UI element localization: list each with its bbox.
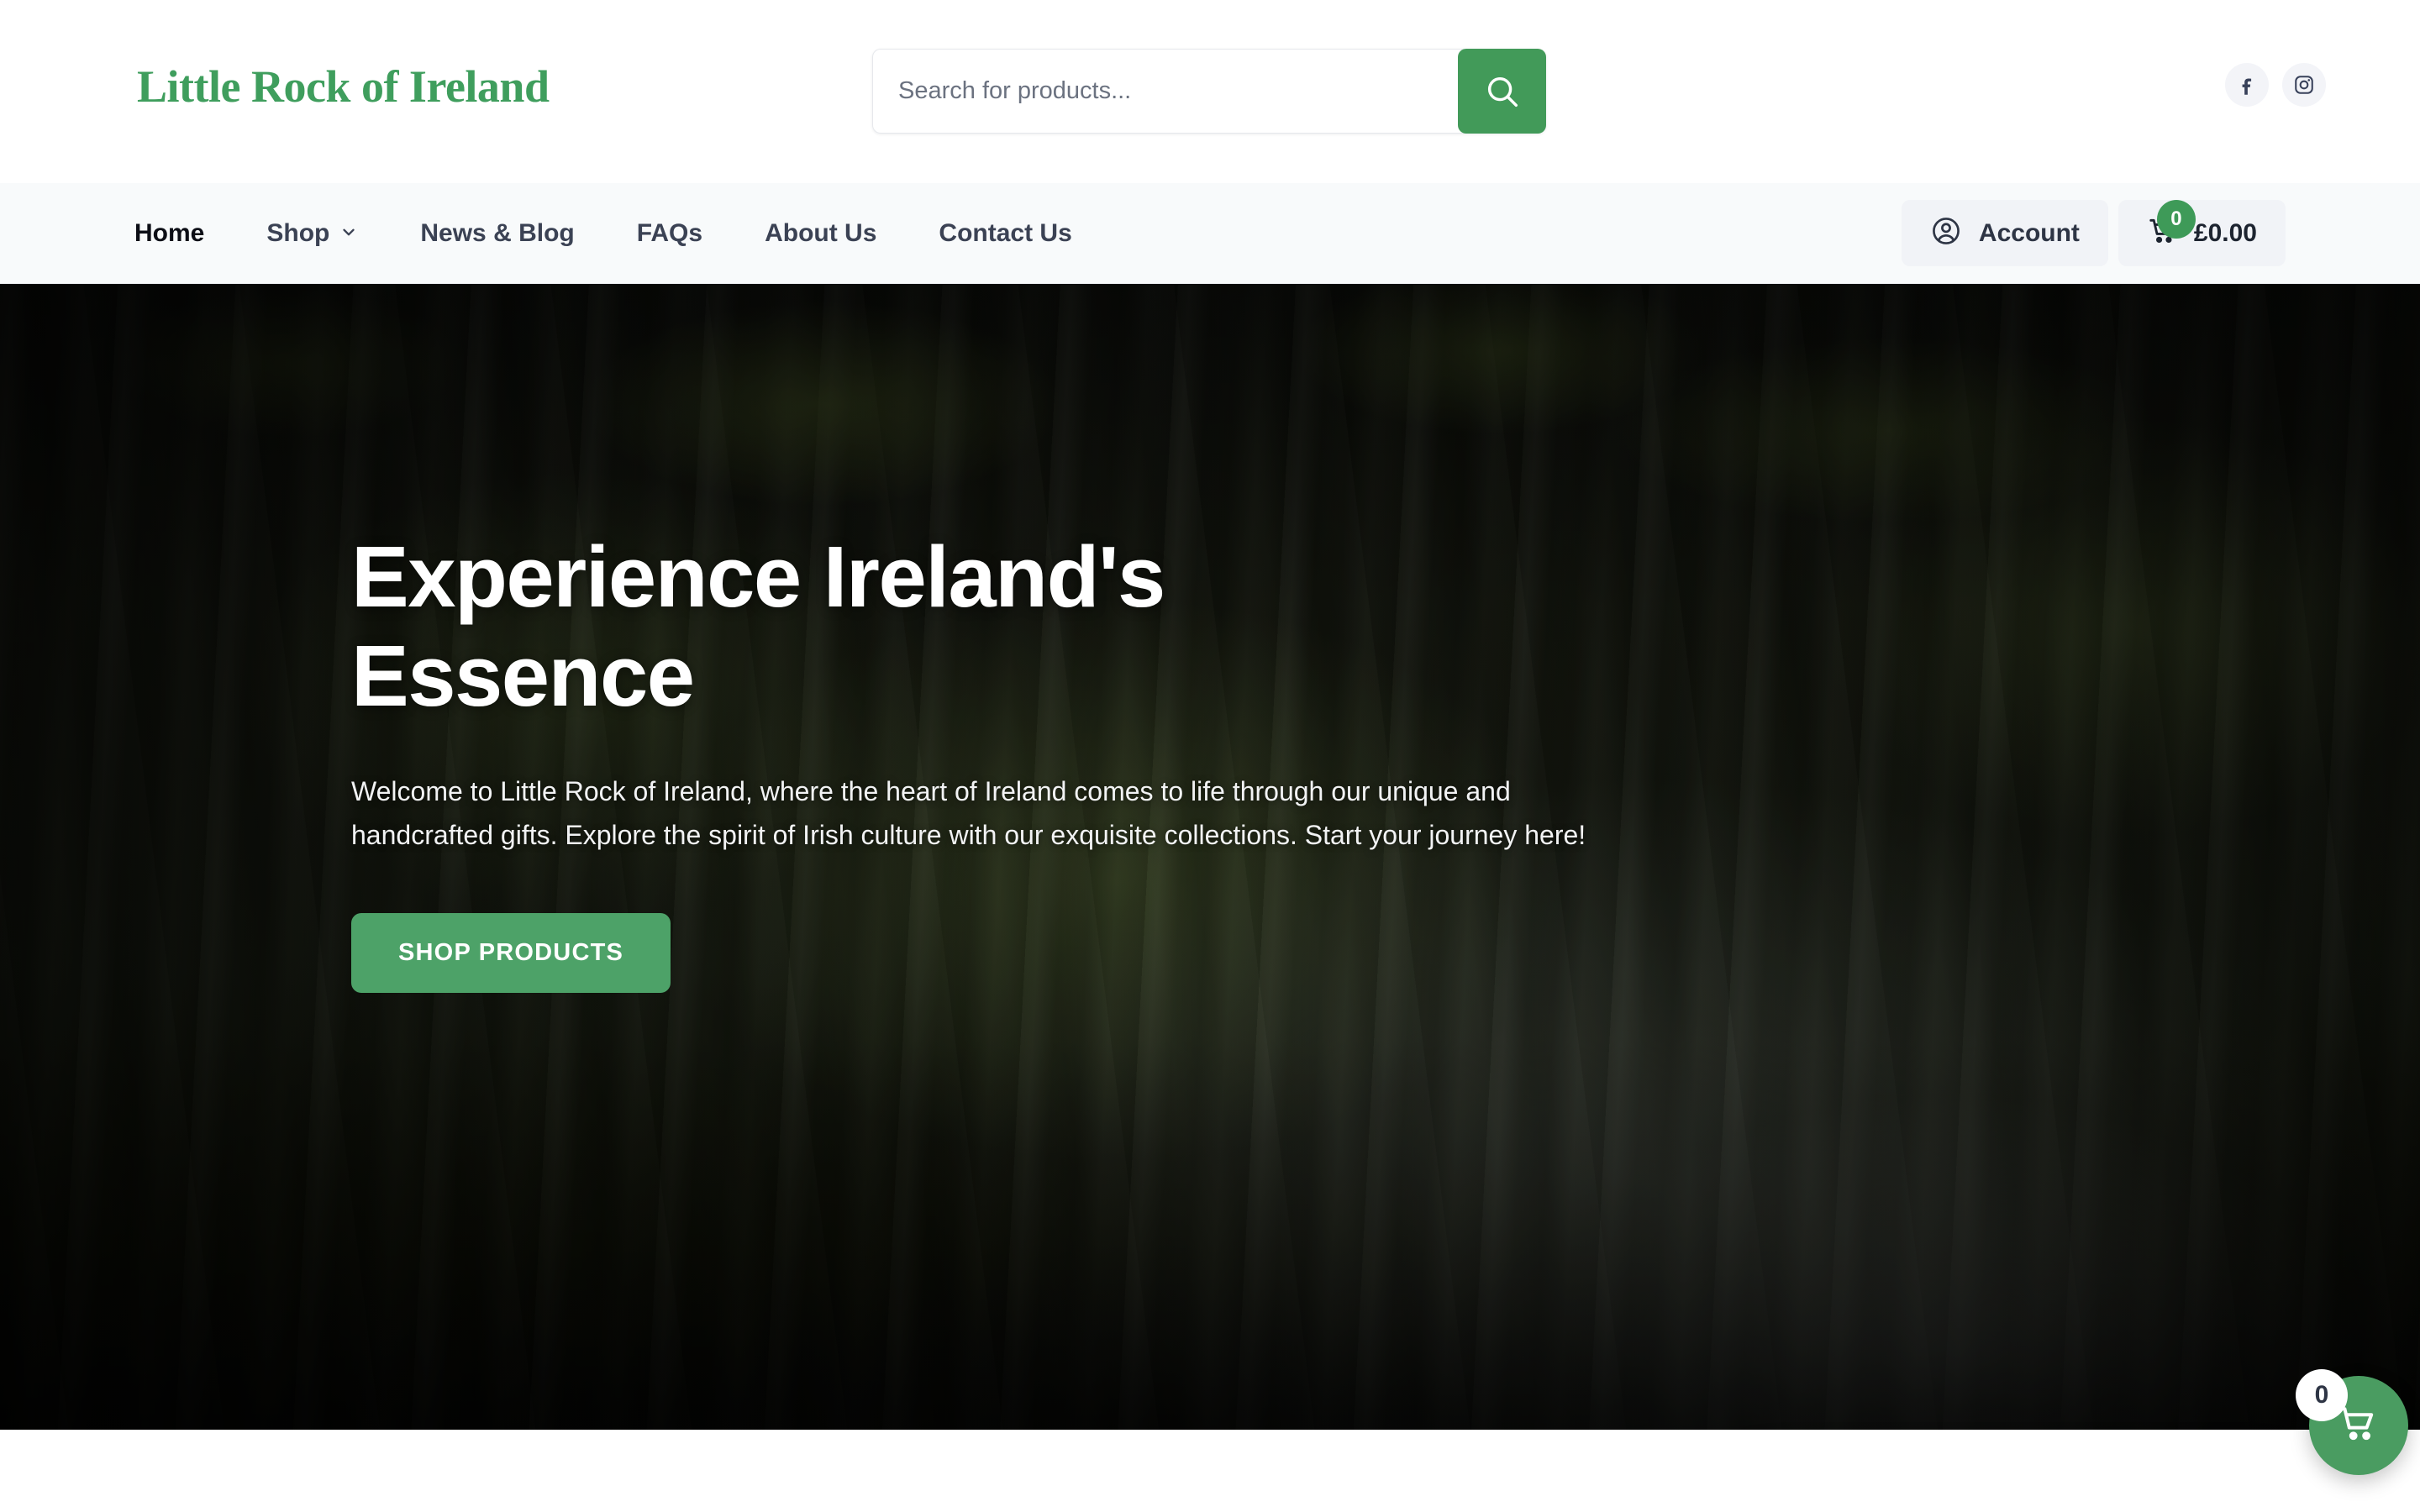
floating-cart-count-badge: 0: [2296, 1369, 2348, 1421]
nav-label-news-blog: News & Blog: [420, 218, 575, 247]
facebook-icon: [2236, 74, 2258, 96]
cart-total: £0.00: [2193, 218, 2257, 247]
nav-label-shop: Shop: [266, 218, 330, 247]
nav-item-about-us[interactable]: About Us: [734, 219, 908, 248]
search-bar: [872, 49, 1546, 134]
nav-links: Home Shop News & Blog FAQs About Us Cont…: [134, 219, 1103, 248]
nav-item-home[interactable]: Home: [134, 219, 235, 248]
site-header: Little Rock of Ireland: [0, 0, 2420, 183]
hero-subtitle: Welcome to Little Rock of Ireland, where…: [351, 775, 1586, 850]
nav-actions: Account £0.00 0: [1901, 200, 2286, 266]
nav-label-faqs: FAQs: [636, 218, 703, 247]
search-icon: [1483, 72, 1522, 111]
instagram-icon: [2293, 74, 2315, 96]
nav-item-contact-us[interactable]: Contact Us: [908, 219, 1102, 248]
account-label: Account: [1978, 218, 2080, 247]
nav-label-about-us: About Us: [765, 218, 877, 247]
floating-cart-button[interactable]: 0: [2296, 1369, 2408, 1475]
page-body-below-hero: [0, 1430, 2420, 1512]
nav-item-faqs[interactable]: FAQs: [606, 219, 734, 248]
cart-count-badge: 0: [2156, 200, 2196, 239]
search-submit-button[interactable]: [1458, 49, 1546, 134]
hero-title: Experience Ireland's Essence: [351, 528, 1165, 725]
chevron-down-icon: [339, 219, 358, 248]
site-logo[interactable]: Little Rock of Ireland: [137, 60, 550, 113]
facebook-link[interactable]: [2225, 63, 2269, 107]
nav-label-contact-us: Contact Us: [939, 218, 1072, 247]
nav-item-shop[interactable]: Shop: [235, 219, 389, 248]
hero-content: Experience Ireland's Essence Welcome to …: [351, 528, 1662, 993]
main-navigation: Home Shop News & Blog FAQs About Us Cont…: [0, 183, 2420, 284]
hero-section: Experience Ireland's Essence Welcome to …: [0, 284, 2420, 1430]
shop-products-button[interactable]: SHOP PRODUCTS: [351, 912, 671, 993]
search-input[interactable]: [872, 49, 1465, 134]
instagram-link[interactable]: [2282, 63, 2326, 107]
account-button[interactable]: Account: [1901, 200, 2108, 266]
social-links: [2225, 63, 2326, 107]
nav-label-home: Home: [134, 218, 205, 247]
nav-item-news-blog[interactable]: News & Blog: [389, 219, 605, 248]
user-account-icon: [1930, 215, 1962, 251]
cart-button[interactable]: £0.00 0: [2118, 200, 2286, 266]
